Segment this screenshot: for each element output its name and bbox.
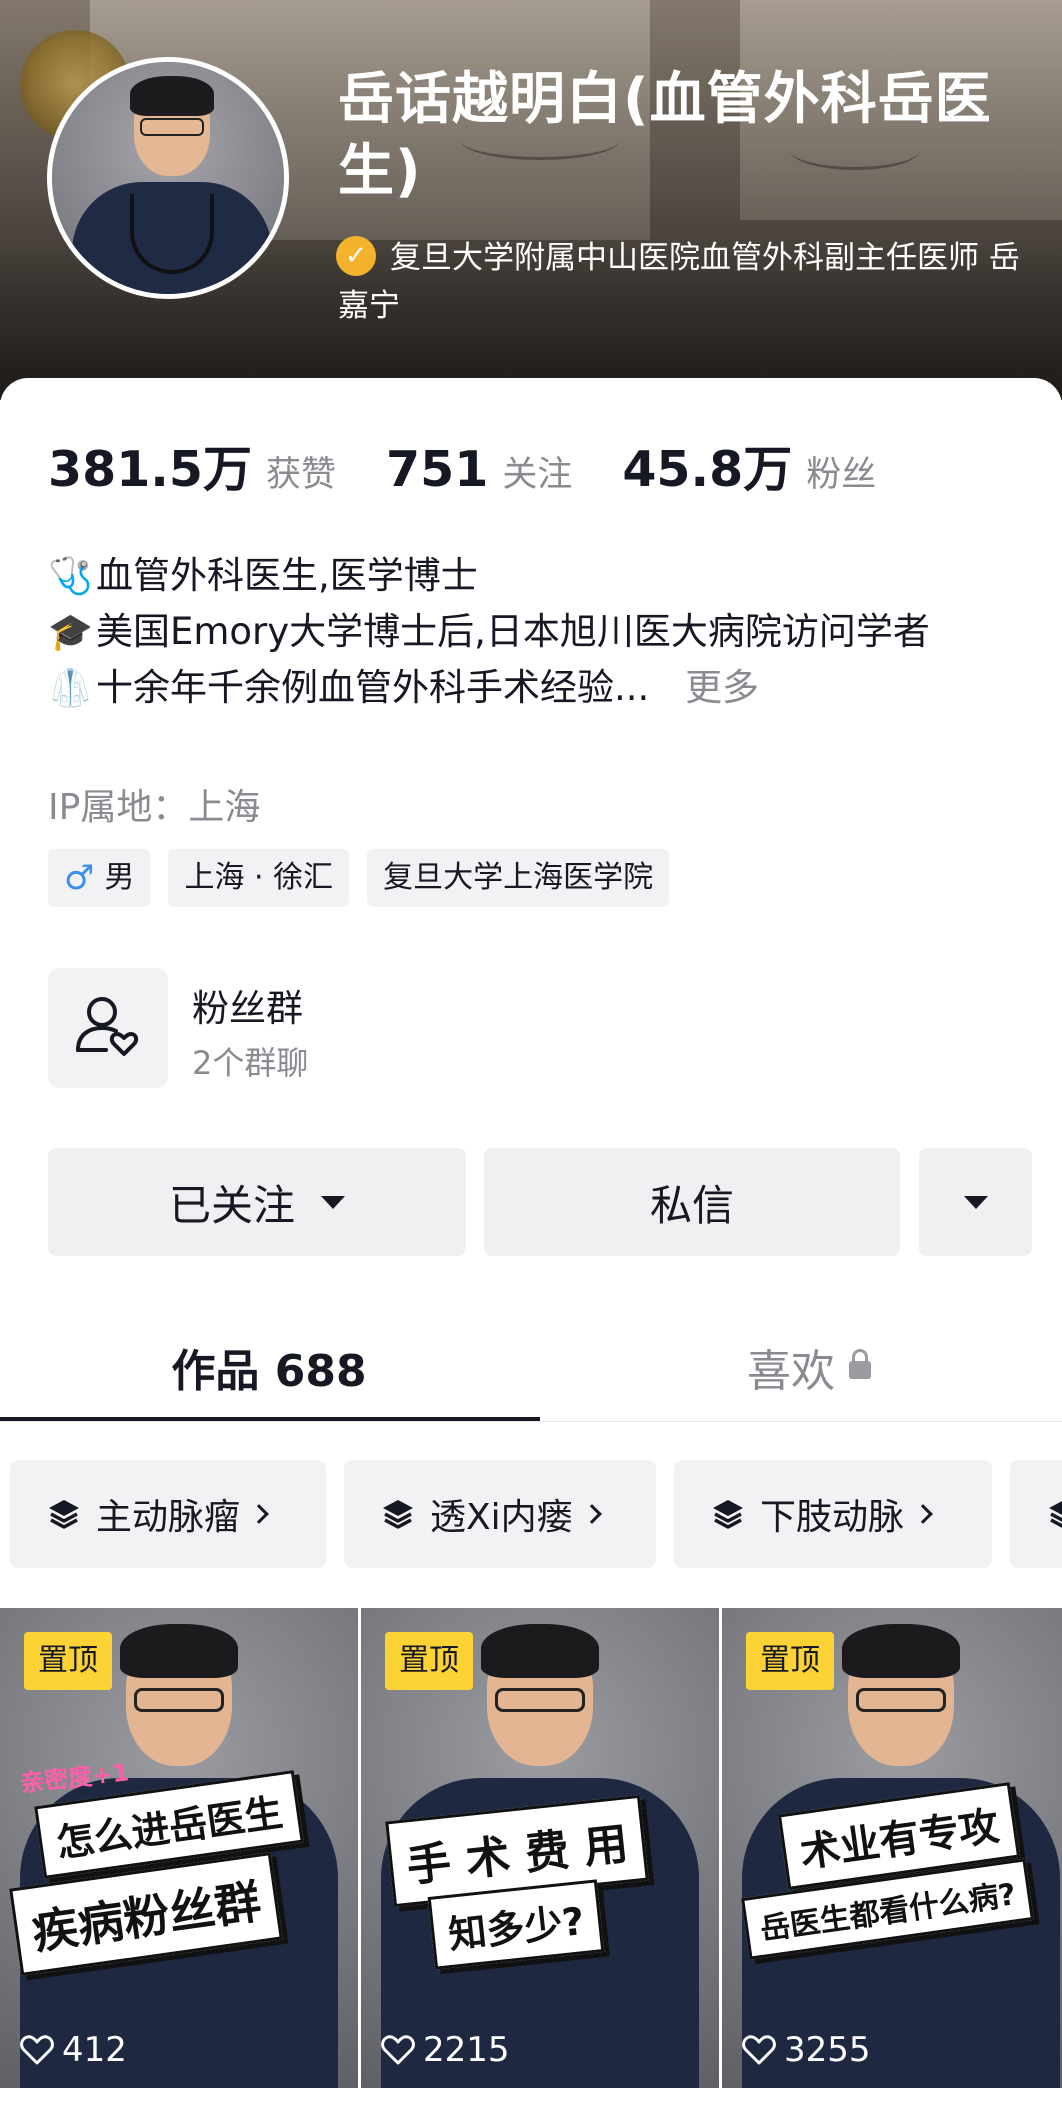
message-button[interactable]: 私信 <box>484 1148 900 1256</box>
following-button[interactable]: 已关注 <box>48 1148 466 1256</box>
school-tag[interactable]: 复旦大学上海医学院 <box>367 849 670 907</box>
tab-works[interactable]: 作品 688 <box>0 1335 538 1399</box>
video-thumbnail[interactable]: 置顶 手 术 费 用 知多少? 2215 <box>361 1608 719 2088</box>
layers-icon <box>713 1500 743 1529</box>
collection-chip[interactable]: 下肢动脉 <box>674 1460 992 1568</box>
video-thumbnail[interactable]: 置顶 亲密度+1 怎么进岳医生 疾病粉丝群 412 <box>0 1608 358 2088</box>
video-likes: 3255 <box>742 2030 871 2070</box>
tab-likes[interactable]: 喜欢 <box>540 1335 1062 1399</box>
layers-icon <box>383 1500 413 1529</box>
caret-down-icon <box>963 1195 988 1209</box>
following-count[interactable]: 751 <box>386 441 488 498</box>
chevron-right-icon <box>249 1504 269 1524</box>
more-recommend-button[interactable] <box>919 1148 1032 1256</box>
profile-page: 岳话越明白(血管外科岳医生) 复旦大学附属中山医院血管外科副主任医师 岳嘉宁 ✓… <box>0 0 1062 2111</box>
stethoscope-icon: 🩺 <box>48 556 93 597</box>
verification-text: 复旦大学附属中山医院血管外科副主任医师 岳嘉宁 <box>338 240 1020 324</box>
fan-group-title: 粉丝群 <box>192 987 303 1030</box>
heart-icon <box>742 2035 776 2065</box>
gender-tag: ♂ 男 <box>48 849 151 907</box>
likes-label[interactable]: 获赞 <box>266 446 336 497</box>
heart-icon <box>381 2035 415 2065</box>
profile-bio[interactable]: 🩺血管外科医生,医学博士 🎓美国Emory大学博士后,日本旭川医大病院访问学者 … <box>48 548 1008 716</box>
pinned-badge: 置顶 <box>746 1632 834 1690</box>
profile-name: 岳话越明白(血管外科岳医生) <box>338 67 992 204</box>
ip-location: IP属地：上海 <box>48 787 261 828</box>
fan-group-entry[interactable]: 粉丝群 2个群聊 <box>48 968 948 1088</box>
profile-cover: 岳话越明白(血管外科岳医生) 复旦大学附属中山医院血管外科副主任医师 岳嘉宁 ✓ <box>0 0 1062 400</box>
collection-chip[interactable]: 主动脉瘤 <box>10 1460 326 1568</box>
location-tag[interactable]: 上海 · 徐汇 <box>168 849 350 907</box>
pinned-badge: 置顶 <box>24 1632 112 1690</box>
graduation-cap-icon: 🎓 <box>48 612 93 653</box>
bio-line: 美国Emory大学博士后,日本旭川医大病院访问学者 <box>96 610 930 653</box>
video-likes: 2215 <box>381 2030 510 2070</box>
collection-chip[interactable] <box>1010 1460 1062 1568</box>
fan-group-subtitle: 2个群聊 <box>192 1044 309 1082</box>
following-label[interactable]: 关注 <box>502 446 572 497</box>
avatar[interactable] <box>47 57 289 299</box>
collection-list[interactable]: 主动脉瘤 透Xi内瘘 下肢动脉 <box>10 1460 1062 1570</box>
chevron-right-icon <box>913 1504 933 1524</box>
chevron-right-icon <box>581 1504 602 1524</box>
followers-label[interactable]: 粉丝 <box>806 446 876 497</box>
followers-count[interactable]: 45.8万 <box>622 430 792 501</box>
video-likes: 412 <box>20 2030 127 2070</box>
caret-down-icon <box>321 1195 345 1209</box>
video-thumbnail[interactable]: 置顶 术业有专攻 岳医生都看什么病? 3255 <box>722 1608 1062 2088</box>
verified-badge-icon: ✓ <box>336 236 376 276</box>
video-grid: 置顶 亲密度+1 怎么进岳医生 疾病粉丝群 412 置顶 手 术 费 用 知多少… <box>0 1608 1062 2088</box>
likes-count: 381.5万 <box>48 441 252 498</box>
bio-line: 血管外科医生,医学博士 <box>96 554 478 597</box>
bio-more-link[interactable]: 更多 <box>685 666 759 709</box>
profile-stats: 381.5万 获赞 751 关注 45.8万 粉丝 <box>48 430 926 500</box>
lock-icon <box>849 1349 871 1379</box>
layers-icon <box>49 1500 79 1529</box>
layers-icon <box>1049 1501 1062 1528</box>
profile-tags: ♂ 男 上海 · 徐汇 复旦大学上海医学院 <box>48 849 670 907</box>
pinned-badge: 置顶 <box>385 1632 473 1690</box>
bio-line: 十余年千余例血管外科手术经验... <box>96 666 650 709</box>
lab-coat-icon: 🥼 <box>48 668 93 709</box>
collection-chip[interactable]: 透Xi内瘘 <box>344 1460 656 1568</box>
fan-group-icon <box>48 968 168 1088</box>
heart-icon <box>20 2035 54 2065</box>
male-icon: ♂ <box>64 858 95 898</box>
